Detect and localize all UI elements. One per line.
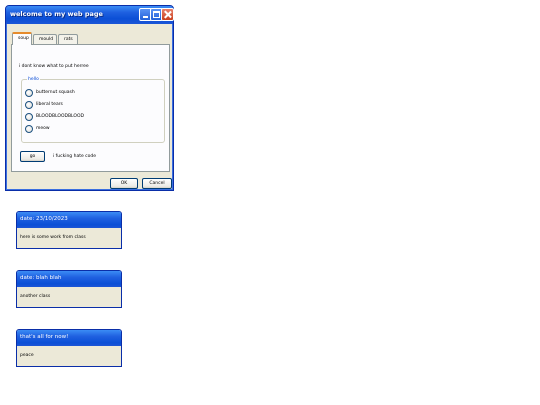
radio-button[interactable] [25, 89, 33, 97]
radio-label: butternut squash [36, 90, 75, 95]
window-title: welcome to my web page [10, 10, 103, 18]
note-title: that's all for now! [17, 330, 121, 346]
intro-text: i dont know what to put herree [19, 64, 89, 69]
note-body: here is some work from class [20, 235, 86, 240]
tab-panel: i dont know what to put herree hello but… [11, 44, 170, 172]
go-button[interactable]: go [20, 151, 45, 162]
radio-label: liberal tears [36, 102, 63, 107]
options-groupbox: hello butternut squash liberal tears BLO… [21, 79, 165, 143]
note-panel: date: 23/10/2023 here is some work from … [16, 211, 122, 249]
note-title: date: blah blah [17, 271, 121, 287]
side-text: i fucking hate code [53, 154, 96, 159]
radio-button[interactable] [25, 125, 33, 133]
radio-button[interactable] [25, 113, 33, 121]
radio-button[interactable] [25, 101, 33, 109]
close-icon [162, 9, 173, 20]
radio-label: BLOODBLOODBLOOD [36, 114, 84, 119]
ok-button[interactable]: OK [110, 178, 138, 189]
note-panel: date: blah blah another class [16, 270, 122, 308]
note-panel: that's all for now! peace [16, 329, 122, 367]
radio-label: meow [36, 126, 50, 131]
note-body: peace [20, 353, 34, 358]
main-window: welcome to my web page soup mould rats i… [5, 5, 174, 191]
note-body: another class [20, 294, 50, 299]
title-bar[interactable]: welcome to my web page [6, 6, 173, 24]
cancel-button[interactable]: Cancel [142, 178, 172, 189]
tab-soup[interactable]: soup [12, 32, 32, 45]
groupbox-legend: hello [27, 77, 40, 82]
close-button[interactable] [161, 8, 174, 21]
note-title: date: 23/10/2023 [17, 212, 121, 228]
